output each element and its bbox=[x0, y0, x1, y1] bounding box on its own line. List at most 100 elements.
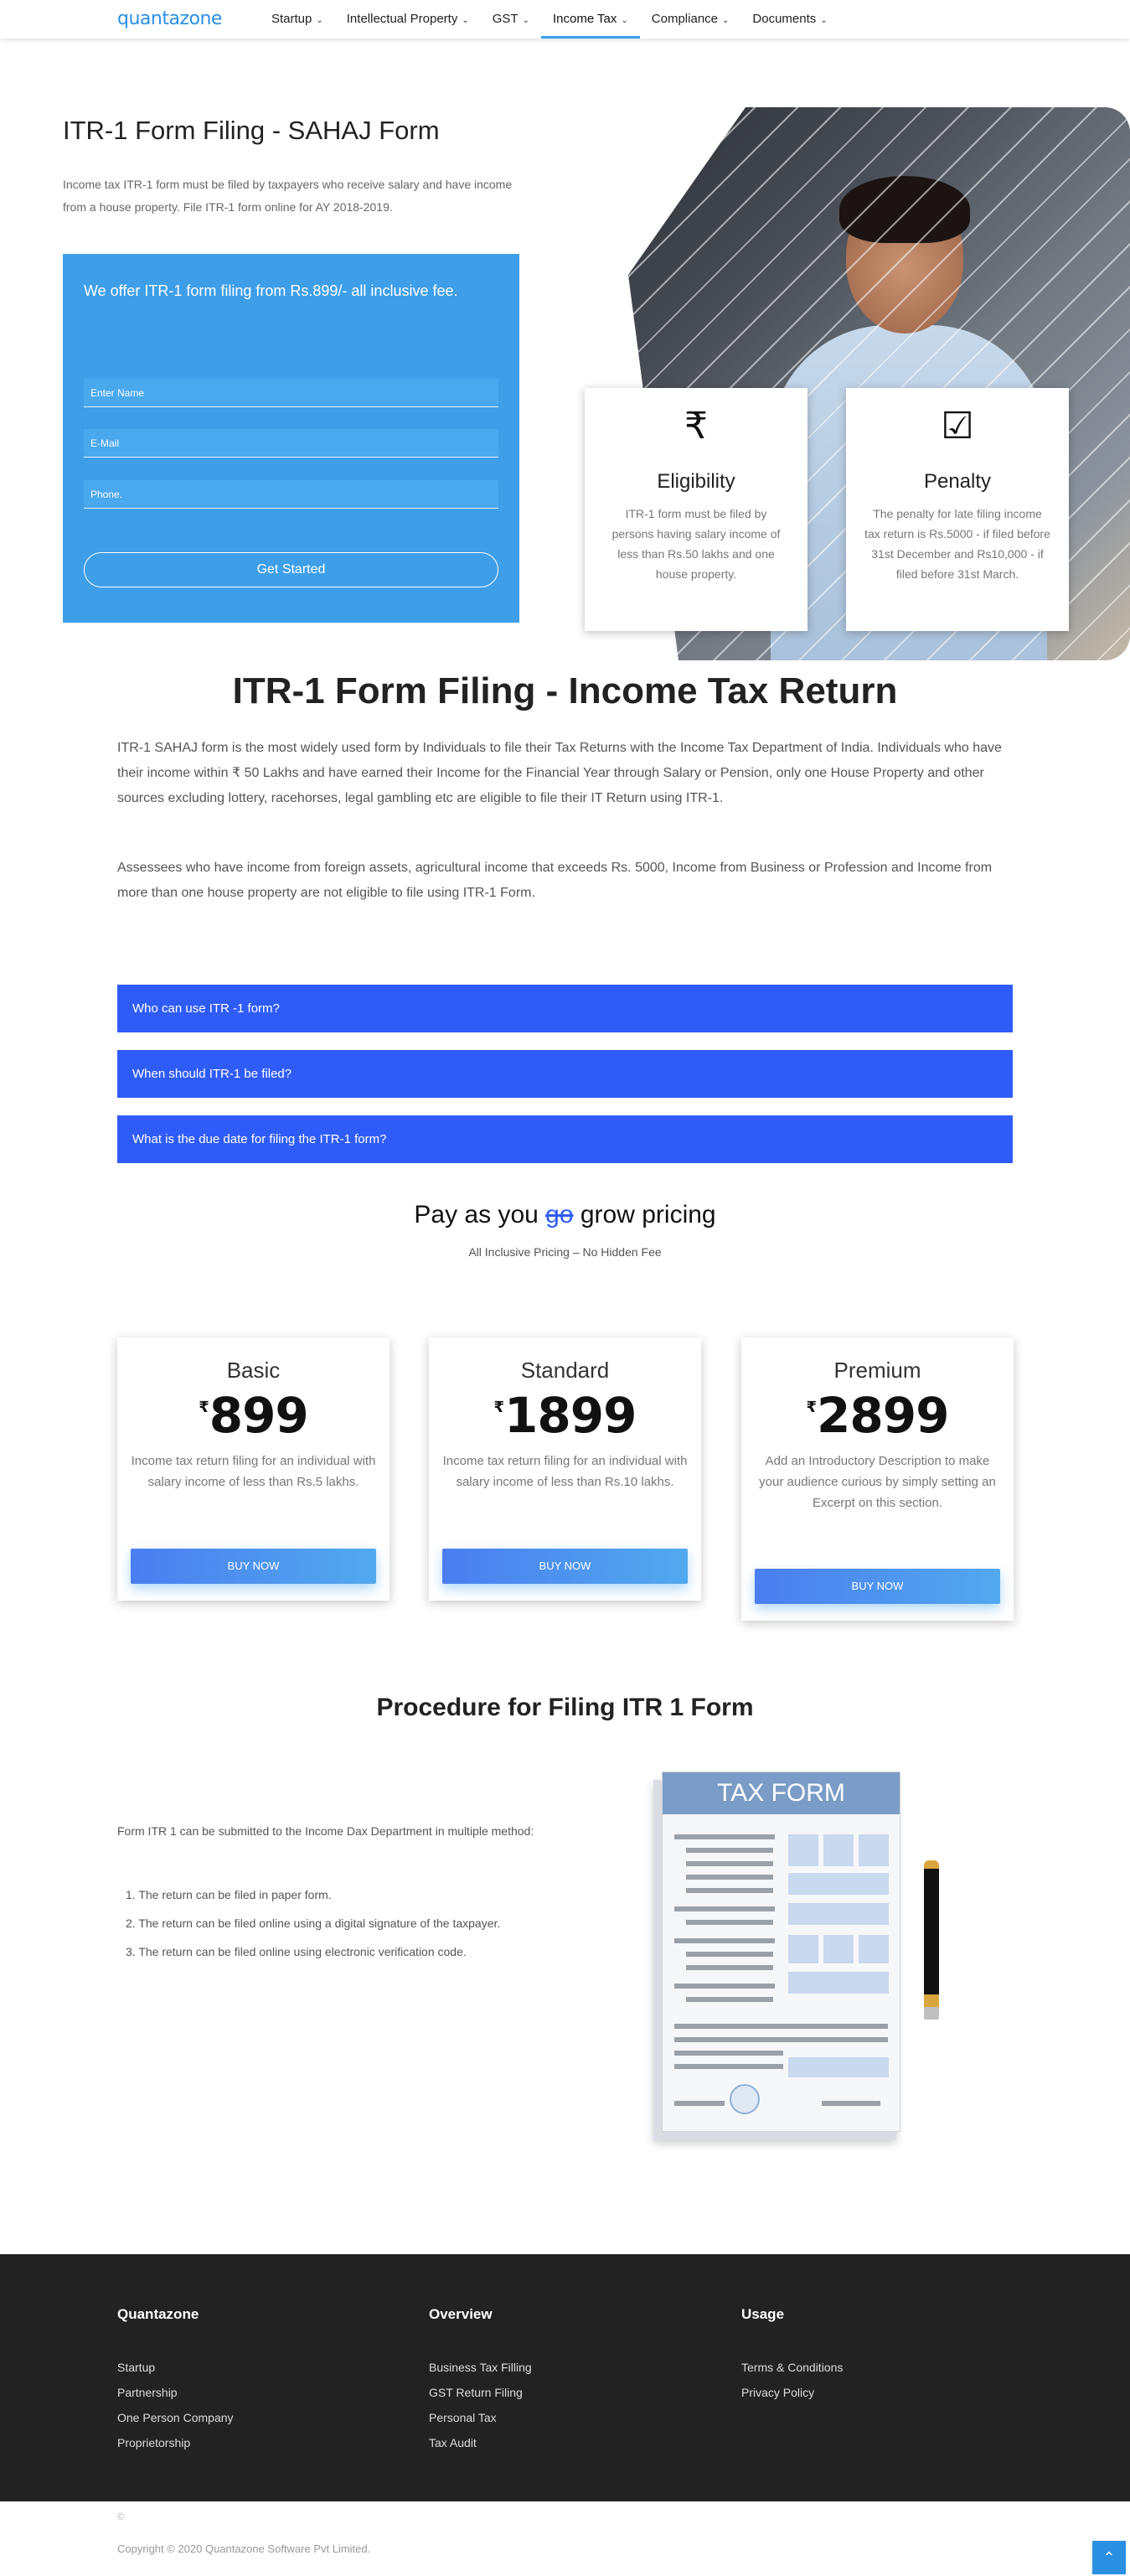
form-line bbox=[674, 2051, 783, 2056]
procedure-intro: Form ITR 1 can be submitted to the Incom… bbox=[117, 1824, 534, 1838]
faq-item-due-date[interactable]: What is the due date for filing the ITR-… bbox=[117, 1115, 1013, 1163]
footer-column-quantazone: Quantazone Startup Partnership One Perso… bbox=[117, 2306, 234, 2455]
form-line bbox=[674, 2037, 888, 2042]
plan-price: ₹899 bbox=[131, 1387, 376, 1444]
form-box bbox=[788, 1834, 818, 1866]
section-title: ITR-1 Form Filing - Income Tax Return bbox=[232, 670, 898, 711]
chevron-down-icon: ⌄ bbox=[462, 16, 469, 25]
brand-logo[interactable]: quantazone bbox=[117, 8, 222, 29]
currency-symbol: ₹ bbox=[493, 1399, 505, 1416]
procedure-title: Procedure for Filing ITR 1 Form bbox=[376, 1694, 754, 1721]
plan-card-standard: Standard ₹1899 Income tax return filing … bbox=[429, 1337, 701, 1601]
menu-item-documents[interactable]: Documents ⌄ bbox=[740, 0, 838, 39]
footer-heading: Quantazone bbox=[117, 2306, 199, 2322]
menu-item-income-tax[interactable]: Income Tax ⌄ bbox=[540, 0, 640, 39]
price-amount: 1899 bbox=[504, 1387, 637, 1444]
stamp-icon bbox=[730, 2084, 760, 2114]
chevron-up-icon[interactable]: ⌃ bbox=[1092, 2541, 1126, 2574]
form-line bbox=[686, 1920, 773, 1925]
form-box bbox=[859, 1935, 889, 1963]
card-title: Penalty bbox=[923, 470, 992, 493]
currency-symbol: ₹ bbox=[199, 1399, 209, 1416]
plan-card-basic: Basic ₹899 Income tax return filing for … bbox=[117, 1337, 390, 1601]
menu-item-compliance[interactable]: Compliance ⌄ bbox=[640, 0, 741, 39]
faq-item-who-can-use[interactable]: Who can use ITR -1 form? bbox=[117, 985, 1013, 1032]
buy-now-button[interactable]: BUY NOW bbox=[131, 1549, 376, 1584]
footer-link[interactable]: Business Tax Filling bbox=[429, 2355, 532, 2380]
form-line bbox=[674, 1984, 775, 1989]
footer-link[interactable]: Startup bbox=[117, 2355, 234, 2380]
footer-link[interactable]: Terms & Conditions bbox=[741, 2355, 843, 2380]
get-started-button[interactable]: Get Started bbox=[84, 552, 498, 587]
chevron-down-icon: ⌄ bbox=[621, 16, 628, 25]
price-amount: 2899 bbox=[817, 1387, 949, 1444]
form-line bbox=[686, 1848, 773, 1853]
form-box bbox=[788, 1935, 818, 1963]
menu-item-intellectual-property[interactable]: Intellectual Property ⌄ bbox=[335, 0, 481, 39]
penalty-card: ☑ Penalty The penalty for late filing in… bbox=[846, 388, 1069, 631]
footer-link[interactable]: Privacy Policy bbox=[741, 2380, 843, 2405]
footer-link[interactable]: One Person Company bbox=[117, 2405, 234, 2430]
footer-link[interactable]: GST Return Filing bbox=[429, 2380, 532, 2405]
form-box bbox=[788, 2057, 889, 2077]
faq-item-when-filed[interactable]: When should ITR-1 be filed? bbox=[117, 1050, 1013, 1098]
plan-price: ₹2899 bbox=[755, 1387, 1000, 1444]
pricing-title-pre: Pay as you bbox=[414, 1201, 546, 1229]
procedure-step: 3. The return can be filed online using … bbox=[126, 1945, 467, 1958]
menu-label: Intellectual Property bbox=[346, 12, 458, 26]
chevron-down-icon: ⌄ bbox=[820, 16, 828, 25]
form-line bbox=[686, 1997, 773, 2002]
name-field[interactable]: Enter Name bbox=[84, 379, 498, 407]
menu-label: Income Tax bbox=[552, 12, 617, 26]
eligibility-paragraph: Assessees who have income from foreign a… bbox=[117, 861, 993, 900]
top-navbar: quantazone Startup ⌄ Intellectual Propert… bbox=[0, 0, 1130, 39]
plan-description: Income tax return filing for an individu… bbox=[442, 1454, 688, 1489]
plan-description: Add an Introductory Description to make … bbox=[759, 1454, 996, 1510]
buy-now-button[interactable]: BUY NOW bbox=[755, 1569, 1000, 1604]
plan-name: Basic bbox=[226, 1358, 281, 1383]
paper-sheet: TAX FORM bbox=[662, 1772, 900, 2132]
hero-title: ITR-1 Form Filing - SAHAJ Form bbox=[63, 116, 440, 145]
tax-form-heading: TAX FORM bbox=[663, 1772, 900, 1814]
phone-field[interactable]: Phone. bbox=[84, 480, 498, 509]
form-line bbox=[686, 1875, 773, 1880]
pricing-subtitle: All Inclusive Pricing – No Hidden Fee bbox=[468, 1245, 662, 1259]
footer-link[interactable]: Partnership bbox=[117, 2380, 234, 2405]
menu-item-gst[interactable]: GST ⌄ bbox=[481, 0, 541, 39]
footer-heading: Usage bbox=[741, 2306, 785, 2322]
copyright-text: Copyright © 2020 Quantazone Software Pvt… bbox=[117, 2542, 371, 2555]
menu-label: Documents bbox=[752, 12, 817, 26]
site-footer: Quantazone Startup Partnership One Perso… bbox=[0, 2254, 1130, 2501]
rupee-icon: ₹ bbox=[684, 406, 708, 447]
form-box bbox=[823, 1834, 854, 1866]
menu-label: Compliance bbox=[651, 12, 719, 26]
menu-item-startup[interactable]: Startup ⌄ bbox=[260, 0, 335, 39]
form-box bbox=[859, 1834, 889, 1866]
footer-link[interactable]: Proprietorship bbox=[117, 2430, 234, 2455]
form-line bbox=[674, 1938, 775, 1943]
footer-link[interactable]: Tax Audit bbox=[429, 2430, 532, 2455]
main-menu: Startup ⌄ Intellectual Property ⌄ GST ⌄ Inc… bbox=[260, 0, 839, 39]
footer-link[interactable]: Personal Tax bbox=[429, 2405, 532, 2430]
hero-subtitle: Income tax ITR-1 form must be filed by t… bbox=[63, 178, 513, 214]
pricing-title-post: grow pricing bbox=[573, 1201, 716, 1229]
form-line bbox=[686, 1888, 773, 1893]
form-box bbox=[788, 1972, 889, 1994]
chevron-down-icon: ⌄ bbox=[316, 16, 323, 25]
plan-price: ₹1899 bbox=[442, 1387, 688, 1444]
chevron-down-icon: ⌄ bbox=[722, 16, 730, 25]
price-amount: 899 bbox=[209, 1387, 309, 1444]
email-field[interactable]: E-Mail bbox=[84, 429, 498, 458]
pen-icon bbox=[924, 1860, 939, 2020]
intro-paragraph: ITR-1 SAHAJ form is the most widely used… bbox=[117, 741, 1002, 805]
currency-symbol: ₹ bbox=[806, 1399, 818, 1416]
form-line bbox=[674, 2064, 783, 2069]
tax-form-illustration: TAX FORM bbox=[645, 1768, 947, 2145]
pricing-title-strike: go bbox=[545, 1201, 574, 1229]
plan-name: Premium bbox=[833, 1358, 921, 1383]
buy-now-button[interactable]: BUY NOW bbox=[442, 1549, 688, 1584]
menu-label: Startup bbox=[271, 12, 312, 26]
card-text: The penalty for late filing income tax r… bbox=[864, 507, 1050, 581]
procedure-step: 1. The return can be filed in paper form… bbox=[126, 1888, 332, 1901]
procedure-step: 2. The return can be filed online using … bbox=[126, 1916, 501, 1930]
